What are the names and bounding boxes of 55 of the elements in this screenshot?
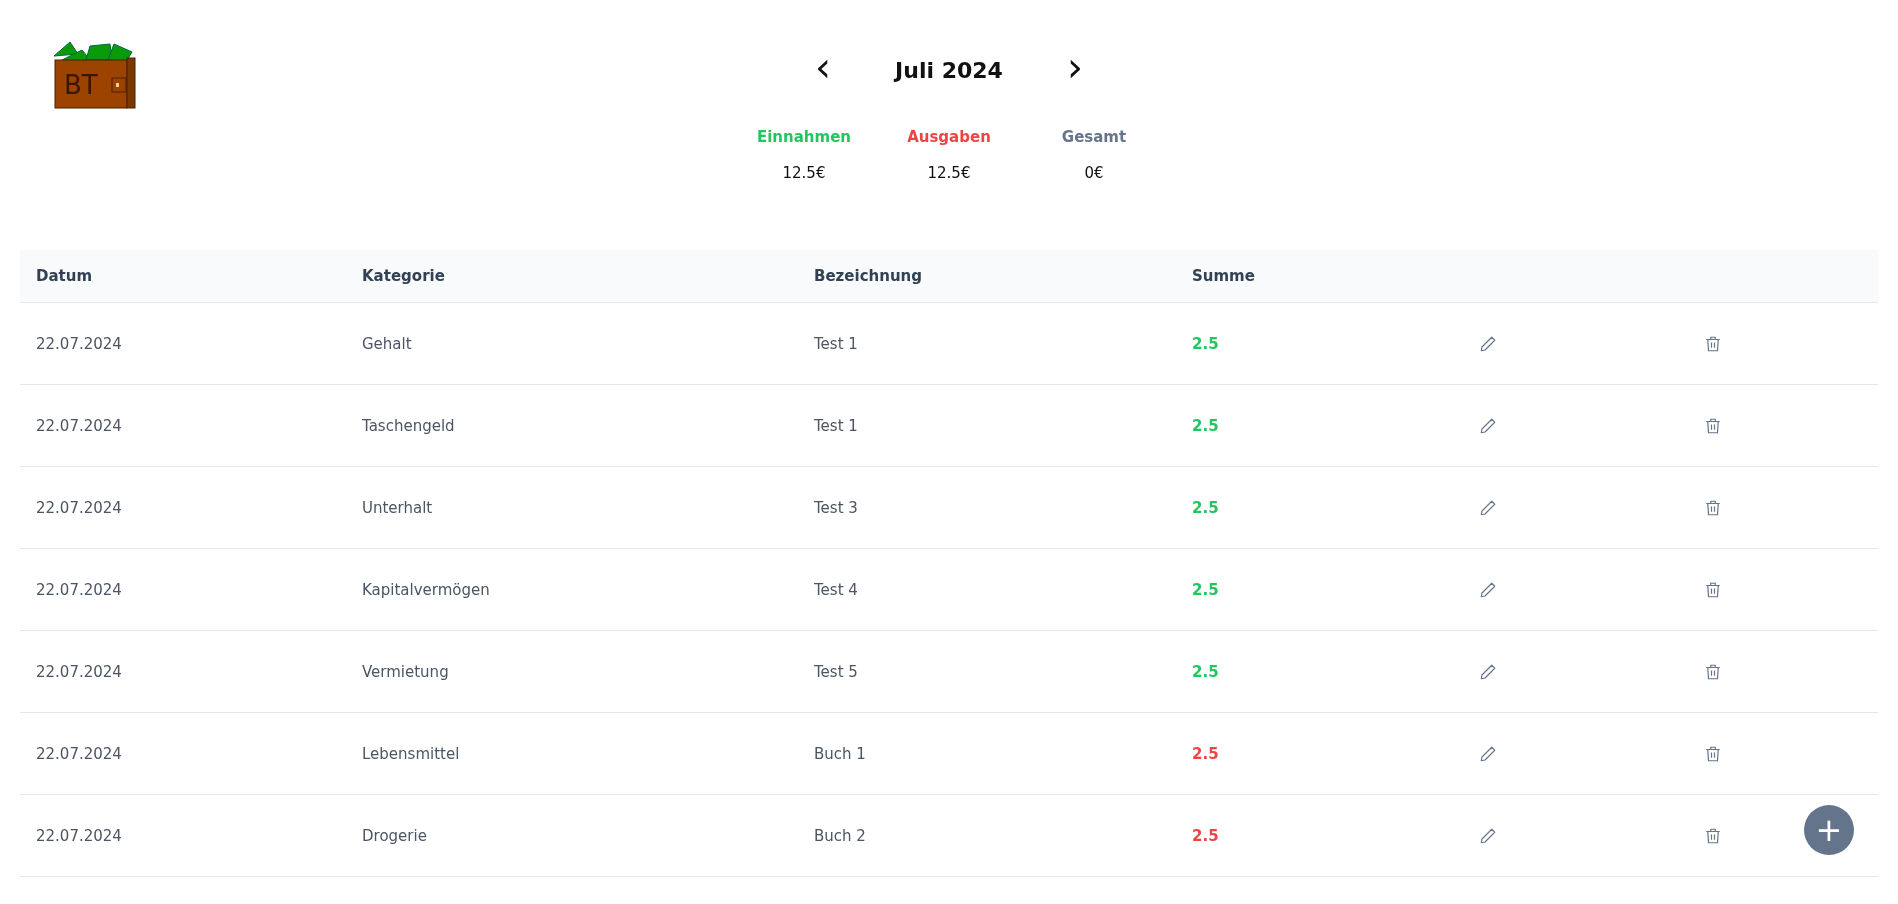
amount-cell-text: 2.5 xyxy=(1191,662,1220,681)
pencil-icon xyxy=(1479,580,1497,599)
pencil-icon xyxy=(1479,498,1497,517)
summary-label: Ausgaben xyxy=(907,128,991,146)
category-cell-text: Unterhalt xyxy=(361,498,434,517)
date-cell-text: 22.07.2024 xyxy=(35,334,123,353)
date-cell-text: 22.07.2024 xyxy=(35,498,123,517)
trash-icon xyxy=(1704,826,1722,845)
amount-cell-text: 2.5 xyxy=(1191,744,1220,763)
pencil-icon xyxy=(1479,662,1497,681)
amount-cell-text: 2.5 xyxy=(1191,334,1220,353)
trash-icon xyxy=(1704,662,1722,681)
category-cell-text: Taschengeld xyxy=(361,416,456,435)
date-cell-text: 22.07.2024 xyxy=(35,826,123,845)
trash-icon xyxy=(1704,744,1722,763)
trash-icon xyxy=(1704,580,1722,599)
pencil-icon xyxy=(1479,744,1497,763)
column-header: Datum xyxy=(35,267,94,285)
category-cell-text: Lebensmittel xyxy=(361,744,461,763)
amount-cell-text: 2.5 xyxy=(1191,580,1220,599)
description-cell-text: Test 3 xyxy=(813,498,859,517)
trash-icon xyxy=(1704,498,1722,517)
date-cell-text: 22.07.2024 xyxy=(35,662,123,681)
description-cell-text: Test 4 xyxy=(813,580,859,599)
summary-value: 12.5€ xyxy=(782,164,826,182)
category-cell-text: Vermietung xyxy=(361,662,450,681)
category-cell-text: Drogerie xyxy=(361,826,428,845)
previous-month-button[interactable]: ‹ xyxy=(811,52,836,88)
category-cell-text: Kapitalvermögen xyxy=(361,580,491,599)
date-cell-text: 22.07.2024 xyxy=(35,580,123,599)
amount-cell-text: 2.5 xyxy=(1191,498,1220,517)
next-month-button[interactable]: › xyxy=(1062,52,1087,88)
trash-icon xyxy=(1704,416,1722,435)
date-cell-text: 22.07.2024 xyxy=(35,744,123,763)
column-header: Summe xyxy=(1191,267,1256,285)
description-cell-text: Buch 2 xyxy=(813,826,867,845)
summary-label: Gesamt xyxy=(1061,128,1127,146)
column-header: Bezeichnung xyxy=(813,267,923,285)
pencil-icon xyxy=(1479,416,1497,435)
amount-cell-text: 2.5 xyxy=(1191,416,1220,435)
amount-cell-text: 2.5 xyxy=(1191,826,1220,845)
date-cell-text: 22.07.2024 xyxy=(35,416,123,435)
summary-value: 12.5€ xyxy=(927,164,971,182)
trash-icon xyxy=(1704,334,1722,353)
category-cell-text: Gehalt xyxy=(361,334,413,353)
summary-value: 0€ xyxy=(1084,164,1104,182)
month-title: Juli 2024 xyxy=(895,57,1003,83)
description-cell-text: Test 5 xyxy=(813,662,859,681)
description-cell-text: Test 1 xyxy=(813,416,859,435)
description-cell-text: Test 1 xyxy=(813,334,859,353)
description-cell-text: Buch 1 xyxy=(813,744,867,763)
pencil-icon xyxy=(1479,826,1497,845)
pencil-icon xyxy=(1479,334,1497,353)
summary-label: Einnahmen xyxy=(757,128,851,146)
column-header: Kategorie xyxy=(361,267,446,285)
